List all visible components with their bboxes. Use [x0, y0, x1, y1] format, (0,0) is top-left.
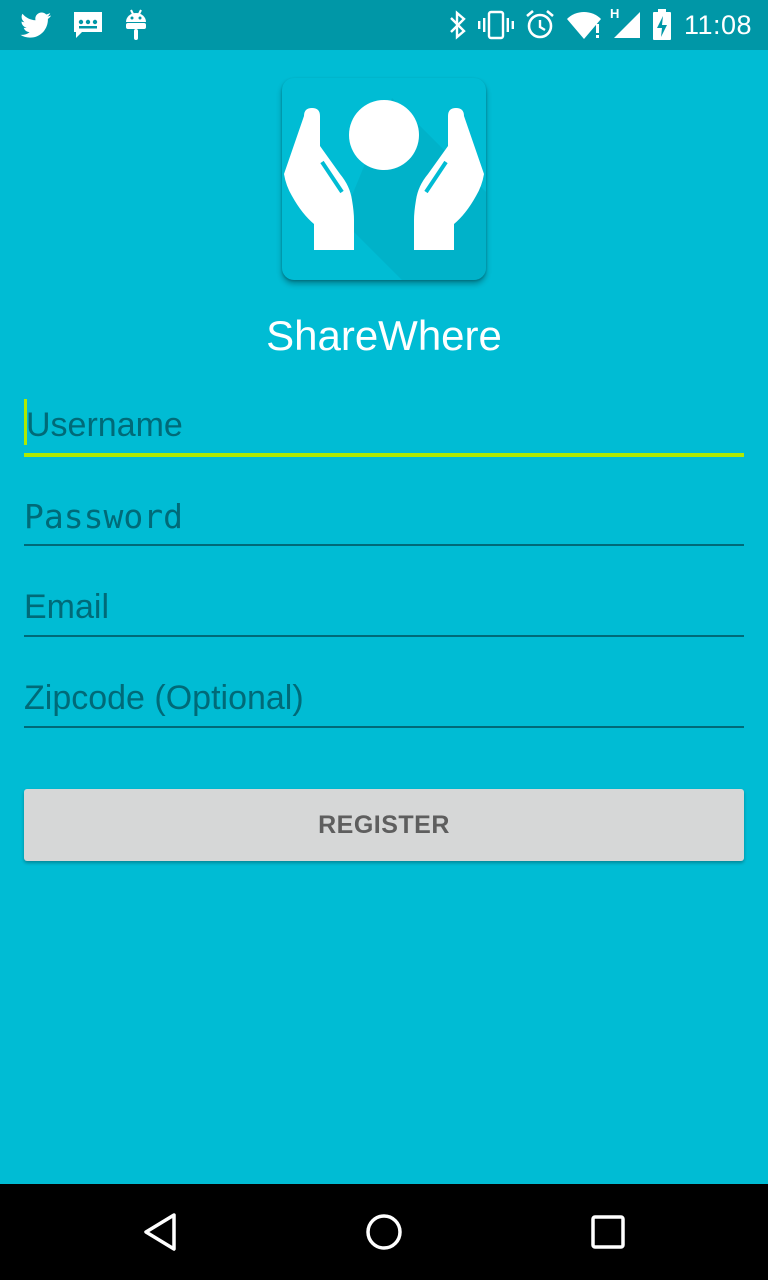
email-field[interactable]: Email [24, 577, 744, 637]
vibrate-icon [477, 10, 514, 40]
battery-charging-icon [652, 9, 672, 41]
home-icon[interactable] [364, 1212, 404, 1252]
twitter-icon [20, 12, 52, 38]
back-icon[interactable] [140, 1212, 180, 1252]
zipcode-field[interactable]: Zipcode (Optional) [24, 668, 744, 728]
register-button[interactable]: REGISTER [24, 789, 744, 861]
wifi-icon [566, 10, 602, 40]
password-field[interactable]: Password [24, 486, 744, 546]
cell-signal-icon: H [610, 6, 642, 40]
clock-time: 11:08 [683, 9, 752, 40]
alarm-icon [524, 9, 556, 41]
status-bar: H 11:08 [0, 0, 768, 50]
android-icon [124, 9, 148, 41]
zipcode-placeholder: Zipcode (Optional) [24, 679, 304, 717]
recents-icon[interactable] [588, 1212, 628, 1252]
register-screen: H 11:08 ShareWhere Username Password Ema… [0, 0, 768, 1280]
app-logo [282, 78, 486, 280]
chat-icon [72, 10, 104, 40]
bluetooth-icon [448, 10, 468, 40]
network-type-label: H [609, 6, 620, 21]
app-title: ShareWhere [266, 312, 502, 359]
email-placeholder: Email [24, 588, 110, 626]
username-placeholder: Username [26, 406, 183, 444]
password-placeholder: Password [24, 497, 183, 536]
hands-holding-circle-icon [284, 98, 486, 280]
username-field[interactable]: Username [24, 397, 744, 457]
navigation-bar [0, 1184, 768, 1280]
